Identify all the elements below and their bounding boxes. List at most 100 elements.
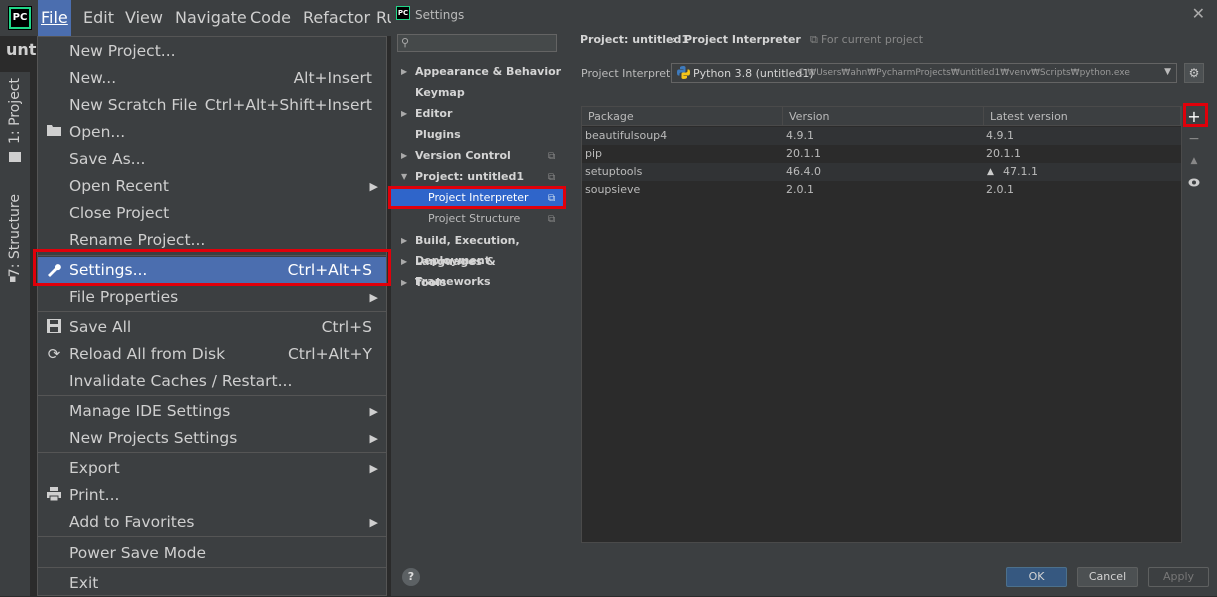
column-header-package[interactable]: Package (582, 107, 783, 126)
folder-icon (9, 152, 21, 162)
menu-item-save-as[interactable]: Save As... (38, 146, 386, 173)
pycharm-logo: PC (8, 6, 32, 30)
packages-table: Package Version Latest version beautiful… (581, 106, 1182, 543)
settings-highlight-box (33, 249, 391, 286)
breadcrumb-page: Project Interpreter (684, 33, 801, 46)
settings-search-input[interactable]: ⚲ (397, 34, 557, 52)
menu-item-power-save-mode[interactable]: Power Save Mode (38, 540, 386, 567)
interpreter-select[interactable]: Python 3.8 (untitled1) C:₩Users₩ahn₩Pych… (671, 63, 1177, 83)
table-row[interactable]: pip 20.1.1 20.1.1 (582, 145, 1181, 163)
expand-arrow-icon: ▶ (401, 67, 408, 76)
menu-view[interactable]: View (122, 0, 166, 36)
menu-item-file-properties[interactable]: File Properties ▶ (38, 284, 386, 311)
menu-item-manage-ide-settings[interactable]: Manage IDE Settings ▶ (38, 398, 386, 425)
expand-arrow-icon: ▶ (401, 151, 408, 160)
pycharm-logo: PC (396, 6, 410, 20)
settings-tree: ⚲ ▶ Appearance & Behavior Keymap ▶ Edito… (391, 28, 566, 556)
menu-separator (38, 567, 386, 568)
menu-item-open[interactable]: Open... (38, 119, 386, 146)
dialog-title: Settings (415, 8, 465, 22)
settings-dialog: PC Settings ✕ ⚲ ▶ Appearance & Behavior … (388, 0, 1217, 596)
menu-item-reload-all[interactable]: ⟳ Reload All from Disk Ctrl+Alt+Y (38, 341, 386, 368)
settings-content: Project: untitled1 › Project Interpreter… (566, 28, 1217, 556)
tree-item-languages[interactable]: ▶ Languages & Frameworks (401, 252, 566, 288)
menu-item-close-project[interactable]: Close Project (38, 200, 386, 227)
submenu-arrow-icon: ▶ (369, 180, 378, 193)
menu-separator (38, 536, 386, 537)
save-icon (45, 318, 63, 336)
menu-item-print[interactable]: Print... (38, 482, 386, 509)
upgrade-arrow-icon: ▲ (987, 167, 994, 177)
cancel-button[interactable]: Cancel (1077, 567, 1138, 587)
interpreter-label: Project Interpreter: (581, 67, 686, 80)
menu-separator (38, 452, 386, 453)
expand-arrow-icon: ▶ (401, 257, 408, 266)
menu-item-new[interactable]: New... Alt+Insert (38, 65, 386, 92)
expand-arrow-icon: ▶ (401, 278, 408, 287)
menu-refactor[interactable]: Refactor (300, 0, 373, 36)
table-row[interactable]: setuptools 46.4.0 ▲ 47.1.1 (582, 163, 1181, 181)
submenu-arrow-icon: ▶ (369, 516, 378, 529)
submenu-arrow-icon: ▶ (369, 405, 378, 418)
eye-icon[interactable] (1183, 172, 1205, 194)
menu-item-add-to-favorites[interactable]: Add to Favorites ▶ (38, 509, 386, 536)
project-tool-tab[interactable]: 1: Project (7, 78, 39, 148)
tree-item-appearance[interactable]: ▶ Appearance & Behavior (401, 62, 561, 82)
column-header-version[interactable]: Version (783, 107, 984, 126)
apply-button[interactable]: Apply (1148, 567, 1209, 587)
collapse-arrow-icon: ▼ (401, 172, 408, 181)
interpreter-highlight-box (388, 186, 566, 209)
menu-file[interactable]: File (38, 0, 71, 36)
tree-item-build[interactable]: ▶ Build, Execution, Deployment (401, 231, 566, 267)
folder-open-icon (45, 123, 63, 141)
table-toolbar: + − ▲ (1183, 106, 1205, 543)
menu-navigate[interactable]: Navigate (172, 0, 250, 36)
table-row[interactable]: beautifulsoup4 4.9.1 4.9.1 (582, 127, 1181, 145)
tree-item-project[interactable]: ▼ Project: untitled1 (401, 167, 524, 187)
copy-icon: ⧉ (548, 214, 556, 225)
menu-item-export[interactable]: Export ▶ (38, 455, 386, 482)
tool-window-strip: 1: Project 7: Structure ▪ (0, 72, 30, 596)
table-row[interactable]: soupsieve 2.0.1 2.0.1 (582, 181, 1181, 199)
chevron-down-icon: ▼ (1164, 67, 1171, 77)
menu-item-save-all[interactable]: Save All Ctrl+S (38, 314, 386, 341)
scope-label: For current project (821, 33, 924, 46)
tree-item-keymap[interactable]: Keymap (415, 83, 465, 103)
gear-icon[interactable]: ⚙ (1184, 63, 1204, 83)
tree-item-tools[interactable]: ▶ Tools (401, 273, 446, 293)
tree-item-editor[interactable]: ▶ Editor (401, 104, 452, 124)
project-title: unt (6, 40, 37, 59)
close-icon[interactable]: ✕ (1192, 4, 1205, 23)
submenu-arrow-icon: ▶ (369, 462, 378, 475)
menu-code[interactable]: Code (247, 0, 294, 36)
column-header-latest[interactable]: Latest version (984, 107, 1181, 126)
help-button[interactable]: ? (402, 568, 420, 586)
menu-edit[interactable]: Edit (80, 0, 117, 36)
menu-item-invalidate-caches[interactable]: Invalidate Caches / Restart... (38, 368, 386, 395)
menu-separator (38, 311, 386, 312)
menu-item-exit[interactable]: Exit (38, 570, 386, 597)
reload-icon: ⟳ (47, 345, 61, 363)
remove-package-icon[interactable]: − (1183, 128, 1205, 150)
search-icon: ⚲ (401, 36, 410, 49)
printer-icon (45, 486, 63, 504)
menu-item-new-scratch-file[interactable]: New Scratch File Ctrl+Alt+Shift+Insert (38, 92, 386, 119)
tree-item-version-control[interactable]: ▶ Version Control (401, 146, 511, 166)
structure-icon: ▪ (9, 272, 17, 285)
interpreter-path: C:₩Users₩ahn₩PycharmProjects₩untitled1₩v… (798, 68, 1130, 78)
ok-button[interactable]: OK (1006, 567, 1067, 587)
copy-icon: ⧉ (810, 33, 818, 46)
expand-arrow-icon: ▶ (401, 236, 408, 245)
tree-item-plugins[interactable]: Plugins (415, 125, 461, 145)
tree-item-project-structure[interactable]: Project Structure (428, 209, 520, 229)
main-menu-bar: PC File Edit View Navigate Code Refactor… (0, 0, 397, 36)
copy-icon: ⧉ (548, 151, 556, 162)
python-icon (677, 66, 690, 79)
upgrade-package-icon[interactable]: ▲ (1183, 150, 1205, 172)
menu-item-open-recent[interactable]: Open Recent ▶ (38, 173, 386, 200)
menu-item-new-project[interactable]: New Project... (38, 38, 386, 65)
dialog-footer: ? OK Cancel Apply (391, 556, 1217, 596)
submenu-arrow-icon: ▶ (369, 291, 378, 304)
copy-icon: ⧉ (548, 172, 556, 183)
menu-item-new-projects-settings[interactable]: New Projects Settings ▶ (38, 425, 386, 452)
